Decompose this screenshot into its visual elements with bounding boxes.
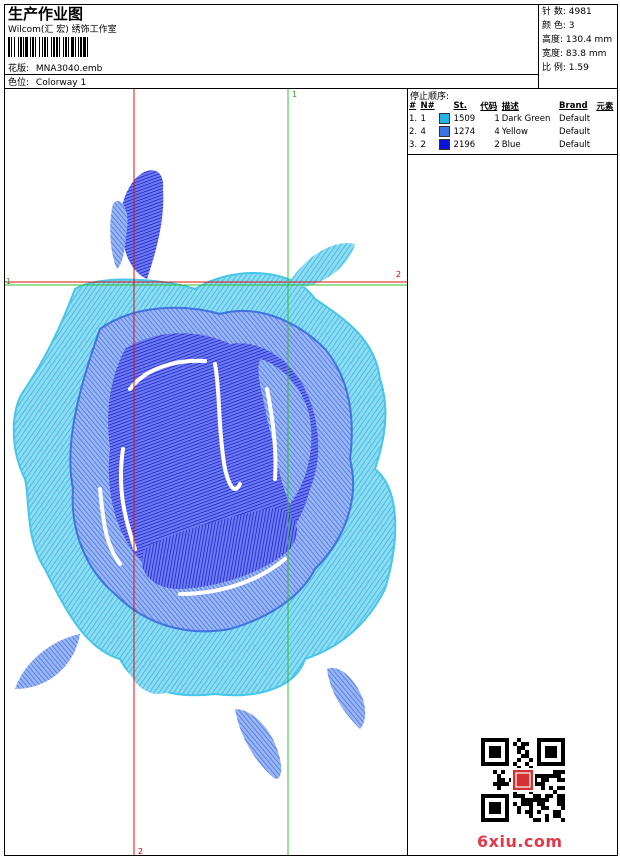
guide-marker-right: 2	[396, 270, 402, 279]
design-scale: 比 例: 1.59	[542, 63, 589, 73]
embroidery-design-canvas	[5, 89, 407, 855]
guide-marker-top: 1	[292, 90, 298, 99]
design-file-row: 花版: MNA3040.emb	[8, 61, 102, 74]
table-row: 2. 4 1274 4 Yellow Default	[409, 126, 591, 137]
qr-code	[481, 738, 565, 822]
panel-divider	[407, 88, 408, 856]
design-file-value: MNA3040.emb	[35, 64, 103, 74]
table-header-row: # N# St. 代码 描述 Brand 元素	[408, 100, 617, 112]
stop-sequence-table: # N# St. 代码 描述 Brand 元素 1. 1 1509 1 Dark…	[408, 100, 617, 151]
color-swatch	[438, 139, 450, 150]
guide-marker-bottom: 2	[138, 847, 144, 856]
stitch-count: 针 数: 4981	[542, 7, 592, 17]
colorway-row: 色位: Colorway 1	[8, 75, 86, 88]
flower-bud	[110, 170, 164, 279]
color-count: 颜 色: 3	[542, 21, 575, 31]
color-swatch	[438, 113, 450, 124]
table-row: 1. 1 1509 1 Dark Green Default	[409, 113, 591, 124]
design-height: 高度: 130.4 mm	[542, 35, 613, 45]
page-title: 生产作业图	[8, 5, 84, 23]
color-swatch	[438, 126, 450, 137]
col-element: 元素	[596, 102, 614, 112]
guide-marker-left: 1	[6, 277, 12, 286]
table-row: 3. 2 2196 2 Blue Default	[409, 139, 591, 150]
col-needle: N#	[420, 101, 435, 111]
col-brand: Brand	[559, 101, 588, 111]
colorway-label: 色位:	[8, 78, 30, 88]
table-divider	[407, 154, 618, 155]
col-stitches: St.	[453, 101, 467, 111]
col-index: #	[409, 101, 417, 111]
company-name: Wilcom(汇 宏) 绣饰工作室	[8, 25, 117, 35]
barcode	[8, 37, 88, 57]
inner-petals	[108, 333, 319, 589]
design-file-label: 花版:	[8, 64, 30, 74]
col-code: 代码	[480, 102, 498, 112]
stats-panel: 针 数: 4981 颜 色: 3 高度: 130.4 mm 宽度: 83.8 m…	[539, 4, 618, 88]
colorway-value: Colorway 1	[35, 78, 87, 88]
design-width: 宽度: 83.8 mm	[542, 49, 607, 59]
col-desc: 描述	[501, 102, 519, 112]
watermark-logo: 6xiu.com	[477, 832, 563, 851]
